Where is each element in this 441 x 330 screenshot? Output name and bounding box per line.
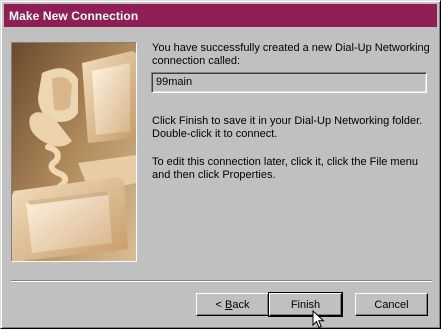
separator [11, 280, 432, 282]
title-bar[interactable]: Make New Connection [4, 4, 437, 27]
computer-phone-icon [12, 43, 136, 261]
cancel-button[interactable]: Cancel [355, 293, 428, 316]
edit-instructions: To edit this connection later, click it,… [152, 156, 418, 181]
back-rest: ack [232, 298, 250, 311]
finish-button[interactable]: Finish [268, 292, 343, 317]
computer-phone-illustration [11, 42, 137, 262]
window-title: Make New Connection [9, 8, 139, 23]
back-button[interactable]: < Back [196, 293, 269, 316]
connection-name-field: 99main [151, 72, 427, 93]
back-mnemonic: B [225, 298, 233, 311]
finish-label: Finish [290, 298, 321, 311]
make-new-connection-window: Make New Connection You have successfull… [0, 0, 441, 329]
finish-instructions: Click Finish to save it in your Dial-Up … [152, 115, 423, 140]
back-prefix: < [215, 298, 225, 311]
cancel-label: Cancel [374, 298, 409, 311]
success-message: You have successfully created a new Dial… [152, 42, 430, 67]
